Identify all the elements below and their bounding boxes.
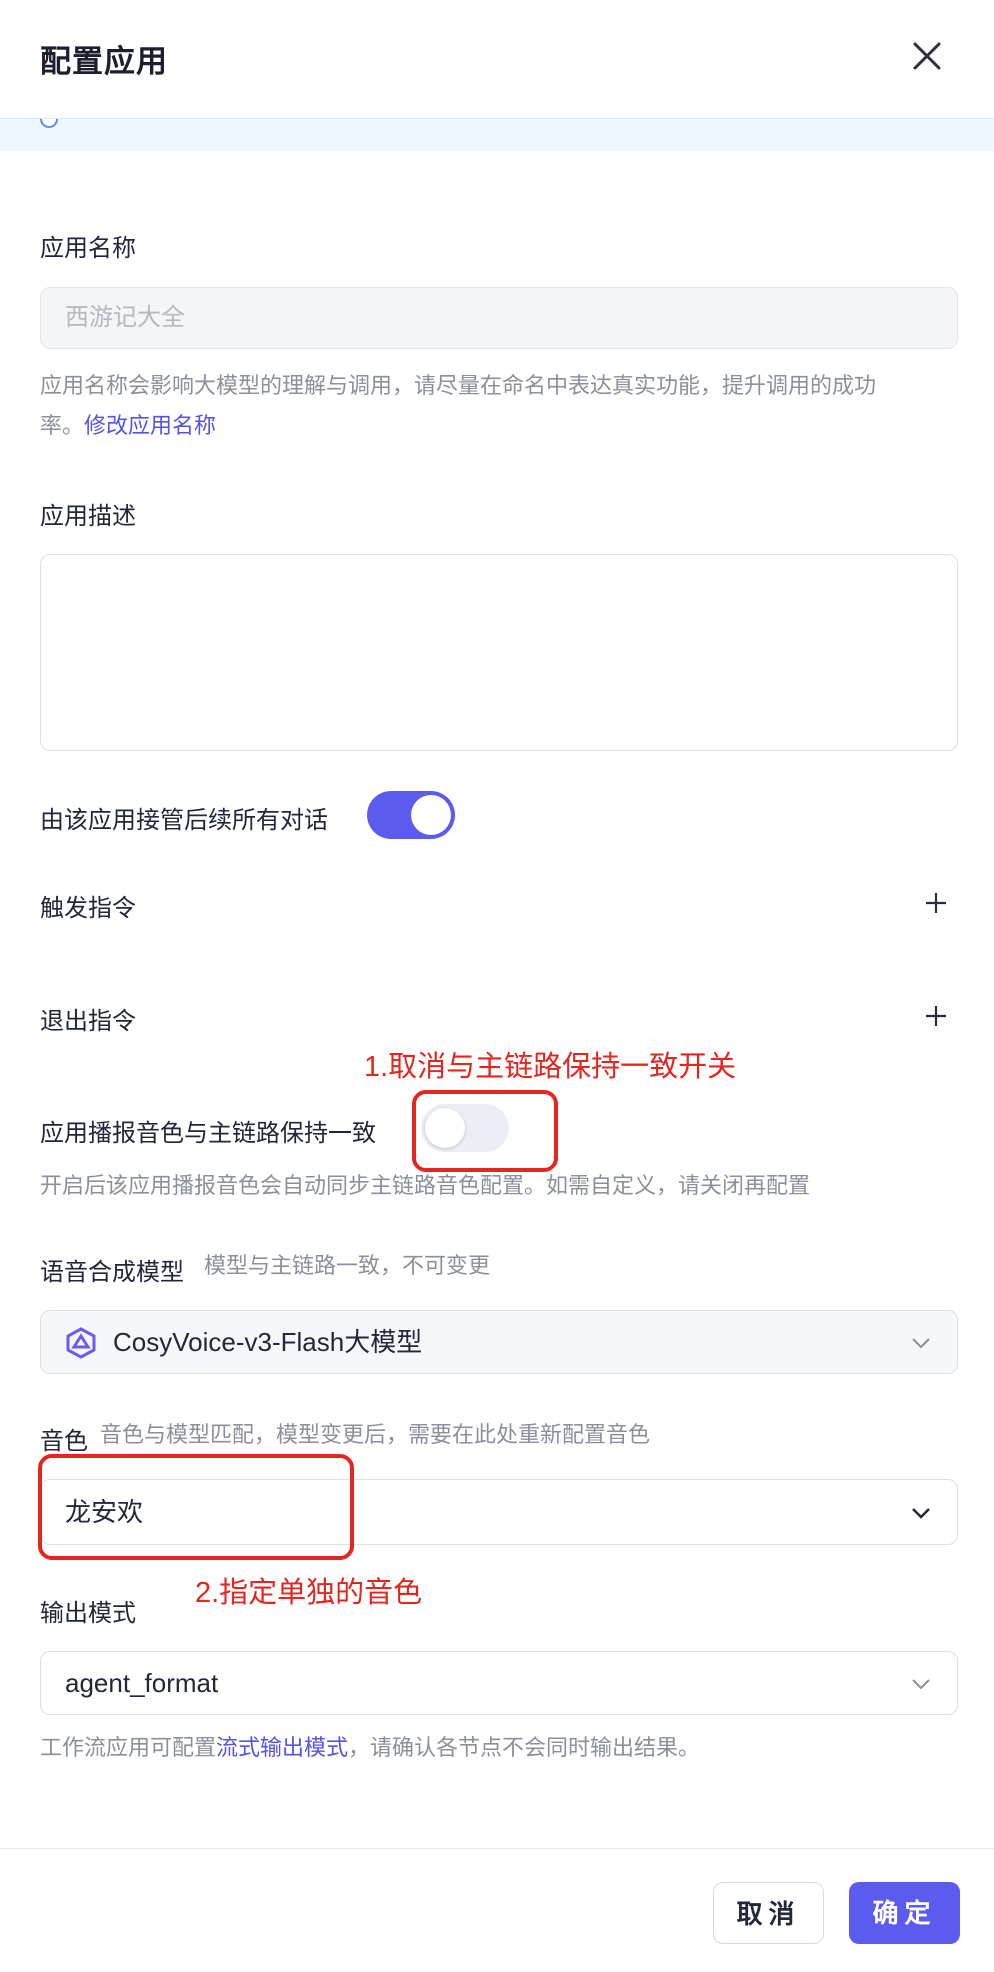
tts-model-value: CosyVoice-v3-Flash大模型 <box>113 1327 423 1357</box>
trigger-label: 触发指令 <box>40 895 136 922</box>
chevron-down-icon <box>912 1338 930 1349</box>
app-name-input: 西游记大全 <box>40 287 958 349</box>
tts-model-label: 语音合成模型 <box>40 1259 184 1286</box>
cancel-button[interactable]: 取消 <box>713 1882 824 1944</box>
dialog-title: 配置应用 <box>40 44 168 79</box>
tts-model-hint: 模型与主链路一致，不可变更 <box>204 1253 491 1278</box>
output-mode-label: 输出模式 <box>40 1600 136 1627</box>
toggle-knob <box>411 795 451 835</box>
output-mode-helper-suffix: ，请确认各节点不会同时输出结果。 <box>348 1735 701 1760</box>
output-mode-helper: 工作流应用可配置流式输出模式，请确认各节点不会同时输出结果。 <box>40 1728 700 1768</box>
annotation-2: 2.指定单独的音色 <box>195 1577 423 1609</box>
add-exit-plus-icon[interactable] <box>921 1001 951 1031</box>
voice-sync-toggle[interactable] <box>421 1104 509 1152</box>
footer-divider <box>0 1848 994 1849</box>
annotation-1: 1.取消与主链路保持一致开关 <box>364 1051 737 1083</box>
model-logo-icon <box>66 1327 96 1359</box>
close-icon[interactable] <box>905 34 949 78</box>
info-icon <box>40 119 58 128</box>
voice-hint: 音色与模型匹配，模型变更后，需要在此处重新配置音色 <box>100 1422 651 1447</box>
tts-model-select: CosyVoice-v3-Flash大模型 <box>40 1310 958 1374</box>
voice-sync-label: 应用播报音色与主链路保持一致 <box>40 1120 376 1147</box>
stream-output-link[interactable]: 流式输出模式 <box>216 1735 348 1760</box>
app-desc-textarea[interactable] <box>40 554 958 751</box>
app-name-label: 应用名称 <box>40 235 136 262</box>
output-mode-helper-prefix: 工作流应用可配置 <box>40 1735 217 1760</box>
takeover-label: 由该应用接管后续所有对话 <box>40 807 328 834</box>
exit-label: 退出指令 <box>40 1008 136 1035</box>
output-mode-select[interactable]: agent_format <box>40 1651 958 1715</box>
add-trigger-plus-icon[interactable] <box>921 888 951 918</box>
voice-label: 音色 <box>40 1428 88 1455</box>
voice-sync-helper: 开启后该应用播报音色会自动同步主链路音色配置。如需自定义，请关闭再配置 <box>40 1173 811 1198</box>
output-mode-value: agent_format <box>65 1668 219 1698</box>
app-name-helper-text: 应用名称会影响大模型的理解与调用，请尽量在命名中表达真实功能，提升调用的成功 <box>40 373 877 398</box>
app-name-helper-text-2: 率。 <box>40 413 85 438</box>
toggle-knob <box>425 1108 465 1148</box>
chevron-down-icon <box>912 1508 930 1519</box>
app-desc-label: 应用描述 <box>40 503 136 530</box>
confirm-button[interactable]: 确定 <box>849 1882 960 1944</box>
info-banner <box>0 118 994 151</box>
rename-app-link[interactable]: 修改应用名称 <box>84 413 216 438</box>
app-name-helper: 应用名称会影响大模型的理解与调用，请尽量在命名中表达真实功能，提升调用的成功 率… <box>40 366 970 446</box>
annotation-box-2 <box>38 1454 354 1560</box>
chevron-down-icon <box>912 1679 930 1690</box>
takeover-toggle[interactable] <box>367 791 455 839</box>
